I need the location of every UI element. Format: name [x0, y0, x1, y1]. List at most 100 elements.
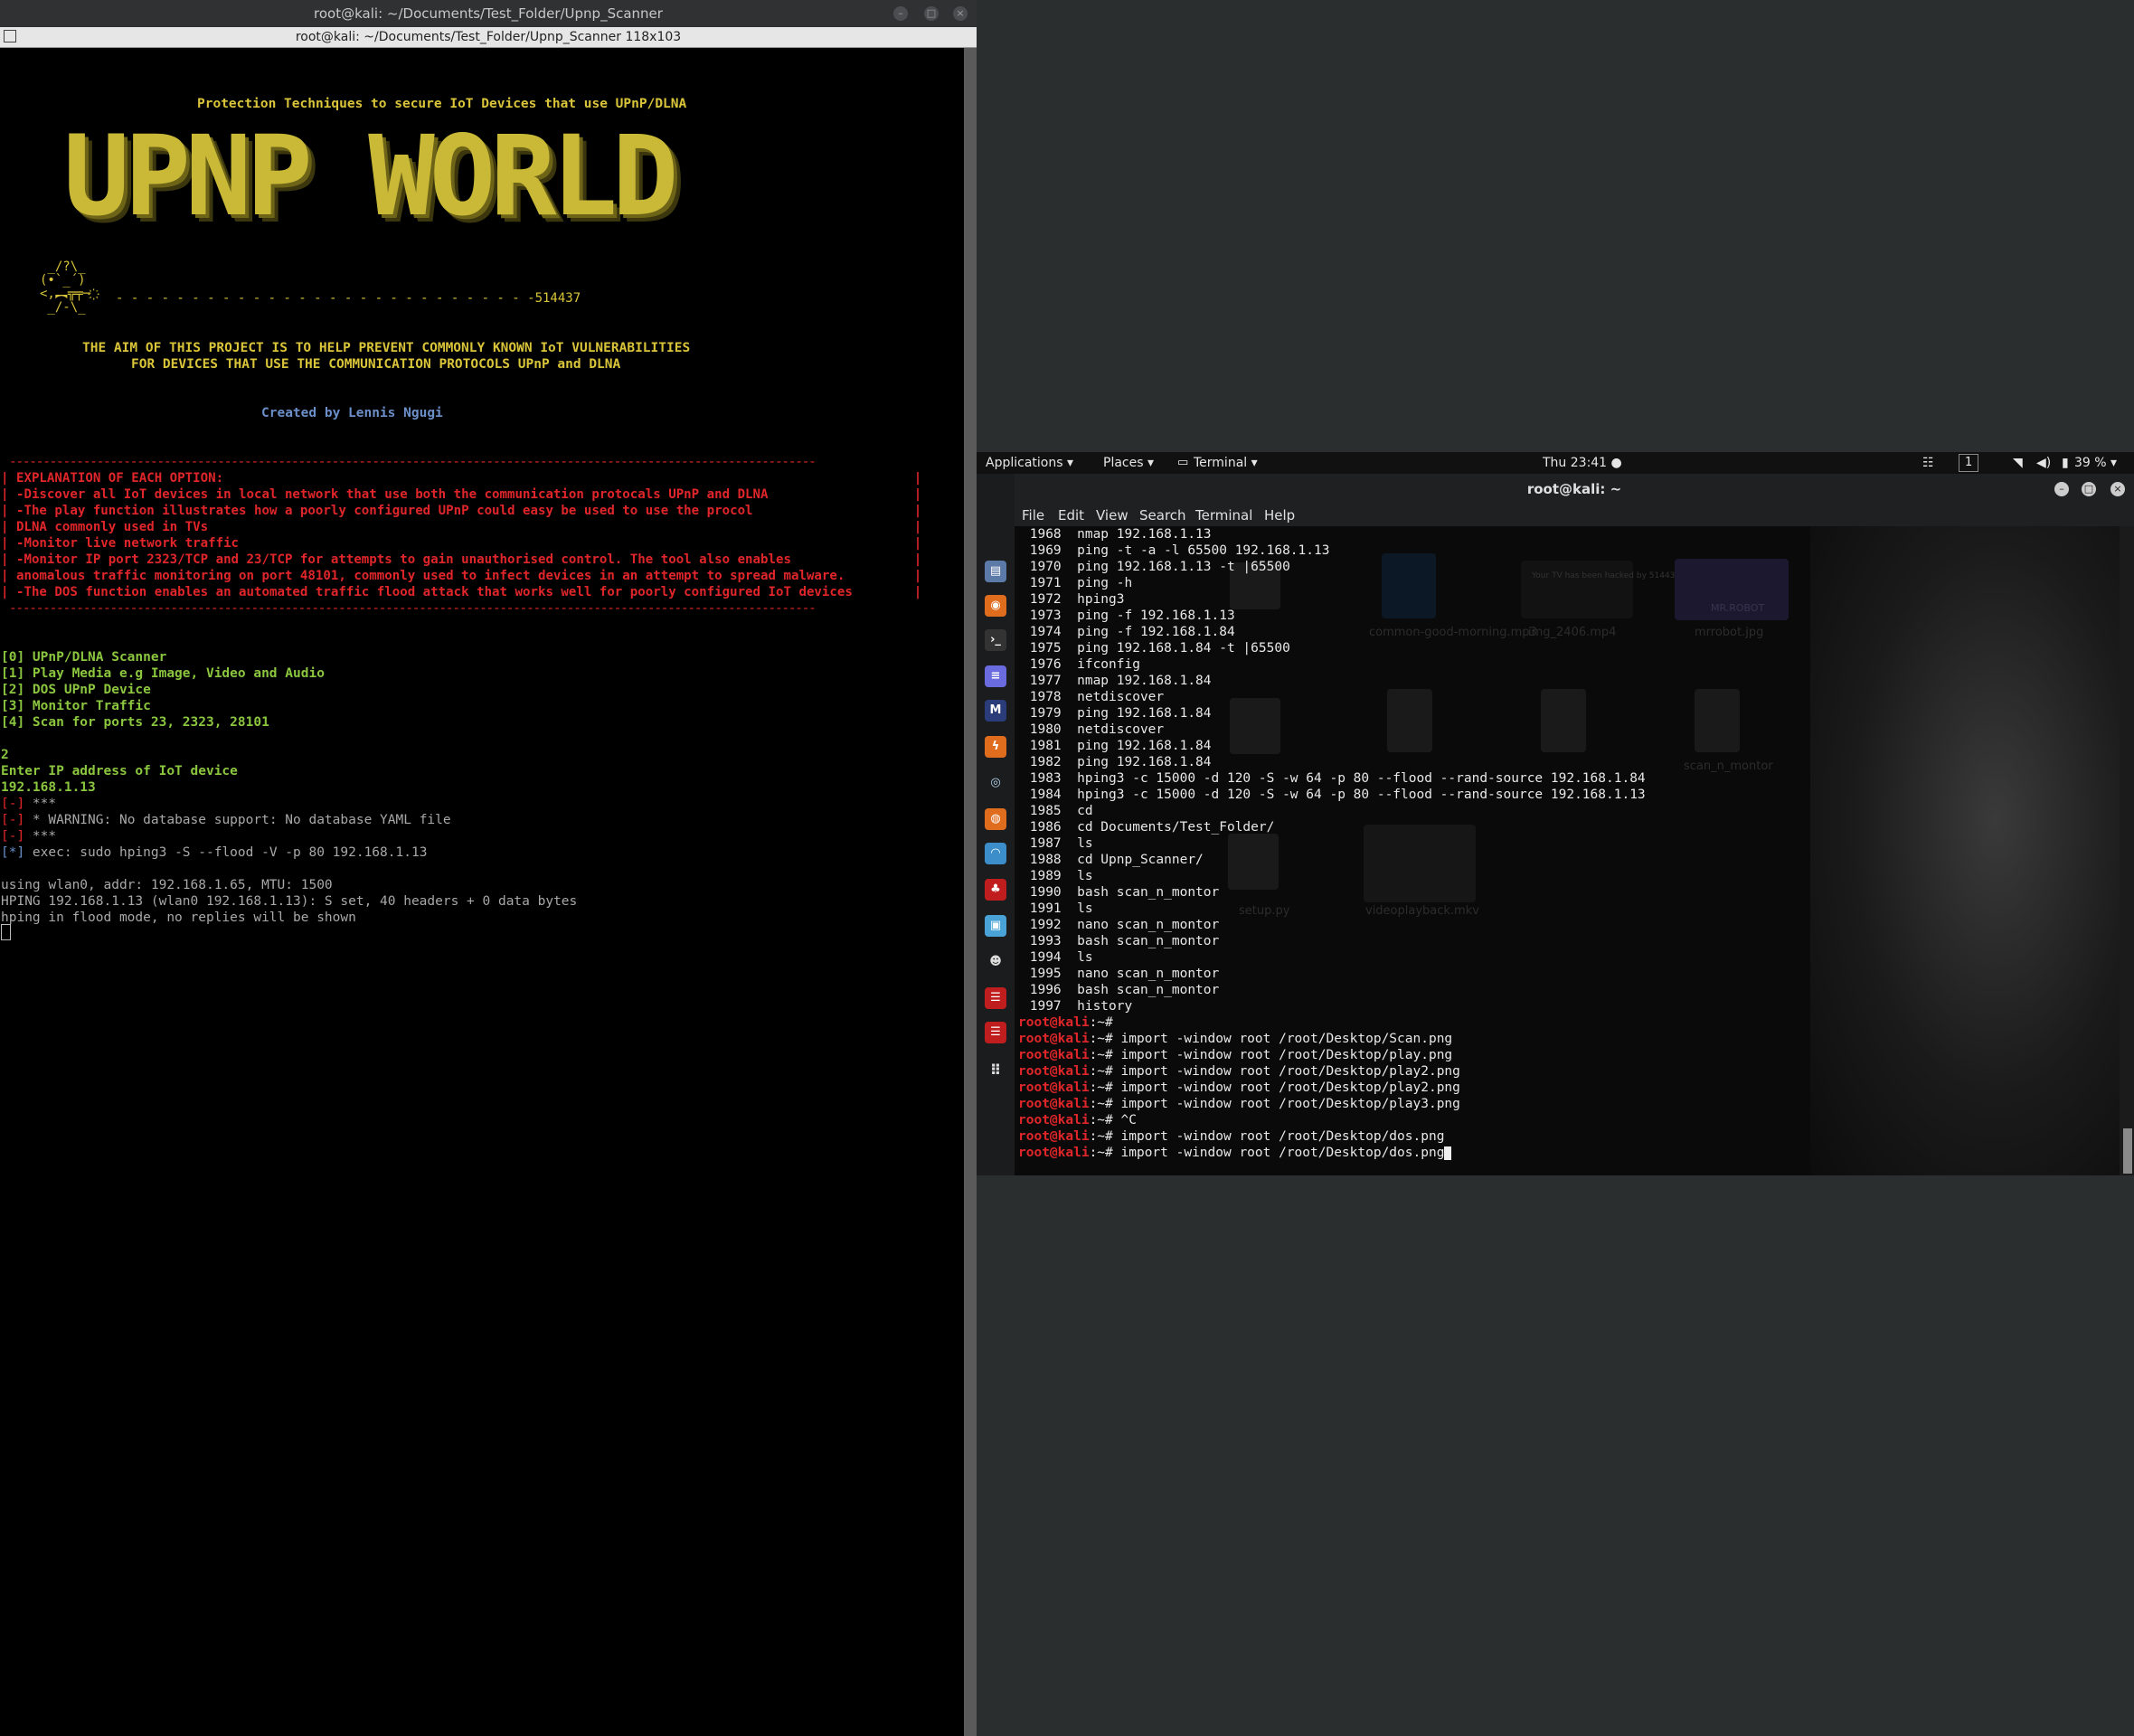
- eye-icon[interactable]: ◎: [985, 772, 1006, 794]
- terminal-body[interactable]: common-good-morning.mp3 Your TV has been…: [1015, 526, 2120, 1175]
- desktop-background: [977, 1175, 2134, 1736]
- files-icon[interactable]: ▤: [985, 561, 1006, 582]
- alien-icon[interactable]: ☻: [985, 951, 1006, 973]
- history-line: 1996 bash scan_n_montor: [1022, 983, 1220, 997]
- close-icon[interactable]: ×: [953, 6, 968, 21]
- history-line: 1968 nmap 192.168.1.13: [1022, 527, 1212, 542]
- menu-edit[interactable]: Edit: [1058, 505, 1084, 526]
- history-line: 1994 ls: [1022, 950, 1093, 965]
- show-apps-icon[interactable]: ⠿: [985, 1060, 1006, 1081]
- users-icon[interactable]: ☷: [1922, 452, 1934, 474]
- ip-prompt: Enter IP address of IoT device: [1, 764, 238, 778]
- right-terminal-window[interactable]: root@kali: ~ – □ × File Edit View Search…: [1015, 474, 2134, 1175]
- places-menu[interactable]: Places ▾: [1103, 452, 1154, 474]
- ip-input-echo: 192.168.1.13: [1, 780, 96, 795]
- workspace-indicator[interactable]: 1: [1959, 454, 1979, 472]
- explanation-line: | -Monitor live network traffic |: [1, 536, 922, 551]
- favorites-dock: ▤ ◉ ›_ ≡ M ϟ ◎ ◍ ◠ ♣ ▣ ☻ ☰ ☰ ⠿: [977, 474, 1015, 1175]
- menu-file[interactable]: File: [1022, 505, 1044, 526]
- prompt-line: root@kali:~# import -window root /root/D…: [1018, 1063, 1460, 1080]
- prompt-tail: :~#: [1089, 1097, 1121, 1111]
- command-text: ^C: [1120, 1113, 1137, 1127]
- history-line: 1972 hping3: [1022, 592, 1125, 607]
- aim-line-2: FOR DEVICES THAT USE THE COMMUNICATION P…: [131, 357, 621, 372]
- prompt-user: root@kali: [1018, 1064, 1090, 1079]
- close-icon[interactable]: ×: [2110, 482, 2125, 496]
- left-terminal-window[interactable]: root@kali: ~/Documents/Test_Folder/Upnp_…: [0, 0, 977, 1736]
- credit-text: Created by Lennis Ngugi: [261, 406, 443, 420]
- prompt-tail: :~#: [1089, 1113, 1121, 1127]
- prompt-tail: :~#: [1089, 1032, 1121, 1046]
- history-line: 1974 ping -f 192.168.1.84: [1022, 625, 1235, 639]
- terminal-cursor: [1, 924, 11, 940]
- aim-line-1: THE AIM OF THIS PROJECT IS TO HELP PREVE…: [82, 341, 691, 355]
- history-line: 1980 netdiscover: [1022, 722, 1165, 737]
- prompt-user: root@kali: [1018, 1129, 1090, 1144]
- box-top-border: ----------------------------------------…: [9, 455, 817, 469]
- prompt-line: root@kali:~# import -window root /root/D…: [1018, 1047, 1452, 1063]
- prompt-user: root@kali: [1018, 1146, 1090, 1160]
- prompt-tail: :~#: [1089, 1064, 1121, 1079]
- left-tab-bar[interactable]: root@kali: ~/Documents/Test_Folder/Upnp_…: [0, 27, 977, 48]
- history-line: 1982 ping 192.168.1.84: [1022, 755, 1212, 769]
- right-scrollbar[interactable]: [2120, 526, 2134, 1175]
- menu-option: [0] UPnP/DLNA Scanner: [1, 650, 167, 665]
- burp-icon[interactable]: ϟ: [985, 736, 1006, 758]
- clock[interactable]: Thu 23:41 ●: [1543, 452, 1622, 474]
- menu-terminal[interactable]: Terminal: [1195, 505, 1252, 526]
- ghost-video-thumb: [1521, 561, 1633, 618]
- prompt-line: root@kali:~# import -window root /root/D…: [1018, 1031, 1452, 1047]
- left-scrollbar[interactable]: [964, 48, 977, 1736]
- warn-line: * WARNING: No database support: No datab…: [24, 813, 451, 827]
- right-window-title: root@kali: ~: [1526, 481, 1622, 497]
- applications-menu[interactable]: Applications ▾: [986, 452, 1073, 474]
- menu-help[interactable]: Help: [1264, 505, 1295, 526]
- prompt-tail: :~#: [1089, 1146, 1121, 1160]
- firefox-icon[interactable]: ◉: [985, 595, 1006, 617]
- history-line: 1987 ls: [1022, 836, 1093, 851]
- minimize-icon[interactable]: –: [2054, 482, 2069, 496]
- battery-icon[interactable]: ▮: [2062, 452, 2069, 474]
- ghost-audio-icon: [1382, 553, 1436, 618]
- right-window-titlebar[interactable]: root@kali: ~ – □ ×: [1015, 474, 2134, 505]
- terminal-app-menu[interactable]: Terminal ▾: [1194, 452, 1258, 474]
- minimize-icon[interactable]: –: [893, 6, 908, 21]
- history-line: 1981 ping 192.168.1.84: [1022, 739, 1212, 753]
- app-red-icon[interactable]: ☰: [985, 987, 1006, 1009]
- metasploit-icon[interactable]: M: [985, 700, 1006, 722]
- cherrytree-icon[interactable]: ♣: [985, 879, 1006, 901]
- left-window-titlebar[interactable]: root@kali: ~/Documents/Test_Folder/Upnp_…: [0, 0, 977, 27]
- maximize-icon[interactable]: □: [2082, 482, 2096, 496]
- command-text: import -window root /root/Desktop/dos.pn…: [1120, 1129, 1445, 1144]
- ghost-video-thumb: [1364, 825, 1476, 902]
- terminal-menubar: File Edit View Search Terminal Help: [1015, 505, 2134, 526]
- terminal-app-icon[interactable]: ▭: [1177, 452, 1188, 474]
- prompt-tail: :~#: [1089, 1080, 1121, 1095]
- tab-menu-icon[interactable]: [4, 30, 16, 42]
- beef-icon[interactable]: ◍: [985, 808, 1006, 830]
- explanation-line: | -The DOS function enables an automated…: [1, 585, 922, 599]
- wifi-icon[interactable]: ◥: [2013, 452, 2023, 474]
- history-line: 1990 bash scan_n_montor: [1022, 885, 1220, 900]
- notes-icon[interactable]: ≡: [985, 665, 1006, 687]
- prompt-user: root@kali: [1018, 1032, 1090, 1046]
- warn-line: ***: [24, 797, 57, 811]
- vm-icon[interactable]: ▣: [985, 915, 1006, 937]
- output-line: HPING 192.168.1.13 (wlan0 192.168.1.13):…: [1, 894, 578, 909]
- maximize-icon[interactable]: □: [924, 6, 939, 21]
- volume-icon[interactable]: ◀): [2036, 452, 2051, 474]
- prompt-user: root@kali: [1018, 1048, 1090, 1062]
- history-line: 1971 ping -h: [1022, 576, 1133, 590]
- menu-search[interactable]: Search: [1139, 505, 1186, 526]
- wireshark-icon[interactable]: ◠: [985, 843, 1006, 864]
- prompt-tail: :~#: [1089, 1015, 1121, 1030]
- menu-view[interactable]: View: [1096, 505, 1128, 526]
- app-red-icon-2[interactable]: ☰: [985, 1022, 1006, 1043]
- terminal-icon[interactable]: ›_: [985, 629, 1006, 651]
- scrollbar-thumb[interactable]: [2123, 1128, 2132, 1174]
- ghost-doc-icon: [1541, 689, 1586, 752]
- command-text: import -window root /root/Desktop/play3.…: [1120, 1097, 1460, 1111]
- history-line: 1993 bash scan_n_montor: [1022, 934, 1220, 948]
- battery-percent[interactable]: 39 % ▾: [2074, 452, 2117, 474]
- thumb-text: Your TV has been hacked by 514437: [1532, 571, 1681, 580]
